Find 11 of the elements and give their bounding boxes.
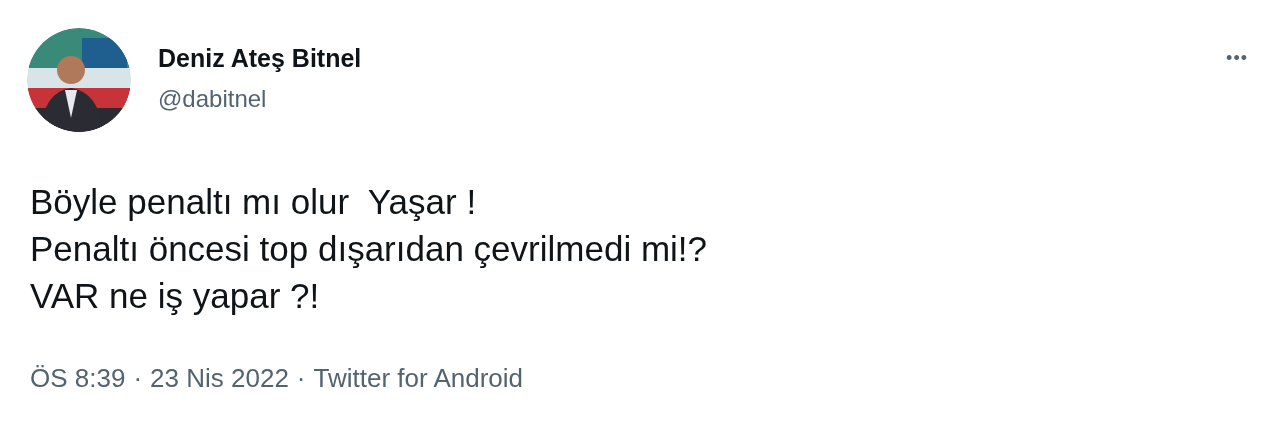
tweet-date[interactable]: 23 Nis 2022 [150,363,289,394]
tweet-source: Twitter for Android [313,363,524,394]
more-button[interactable]: ••• [1224,44,1250,73]
tweet-text-line: Böyle penaltı mı olur Yaşar ! [30,181,478,223]
author-handle[interactable]: @dabitnel [158,84,1225,114]
separator-dot: · [133,363,143,394]
tweet-text-line: VAR ne iş yapar ?! [30,275,321,317]
tweet-time[interactable]: ÖS 8:39 [30,363,126,394]
separator-dot: · [296,363,306,394]
tweet-text-line: Penaltı öncesi top dışarıdan çevrilmedi mi!? [30,228,708,270]
author-name[interactable]: Deniz Ateş Bitnel [158,42,1225,74]
